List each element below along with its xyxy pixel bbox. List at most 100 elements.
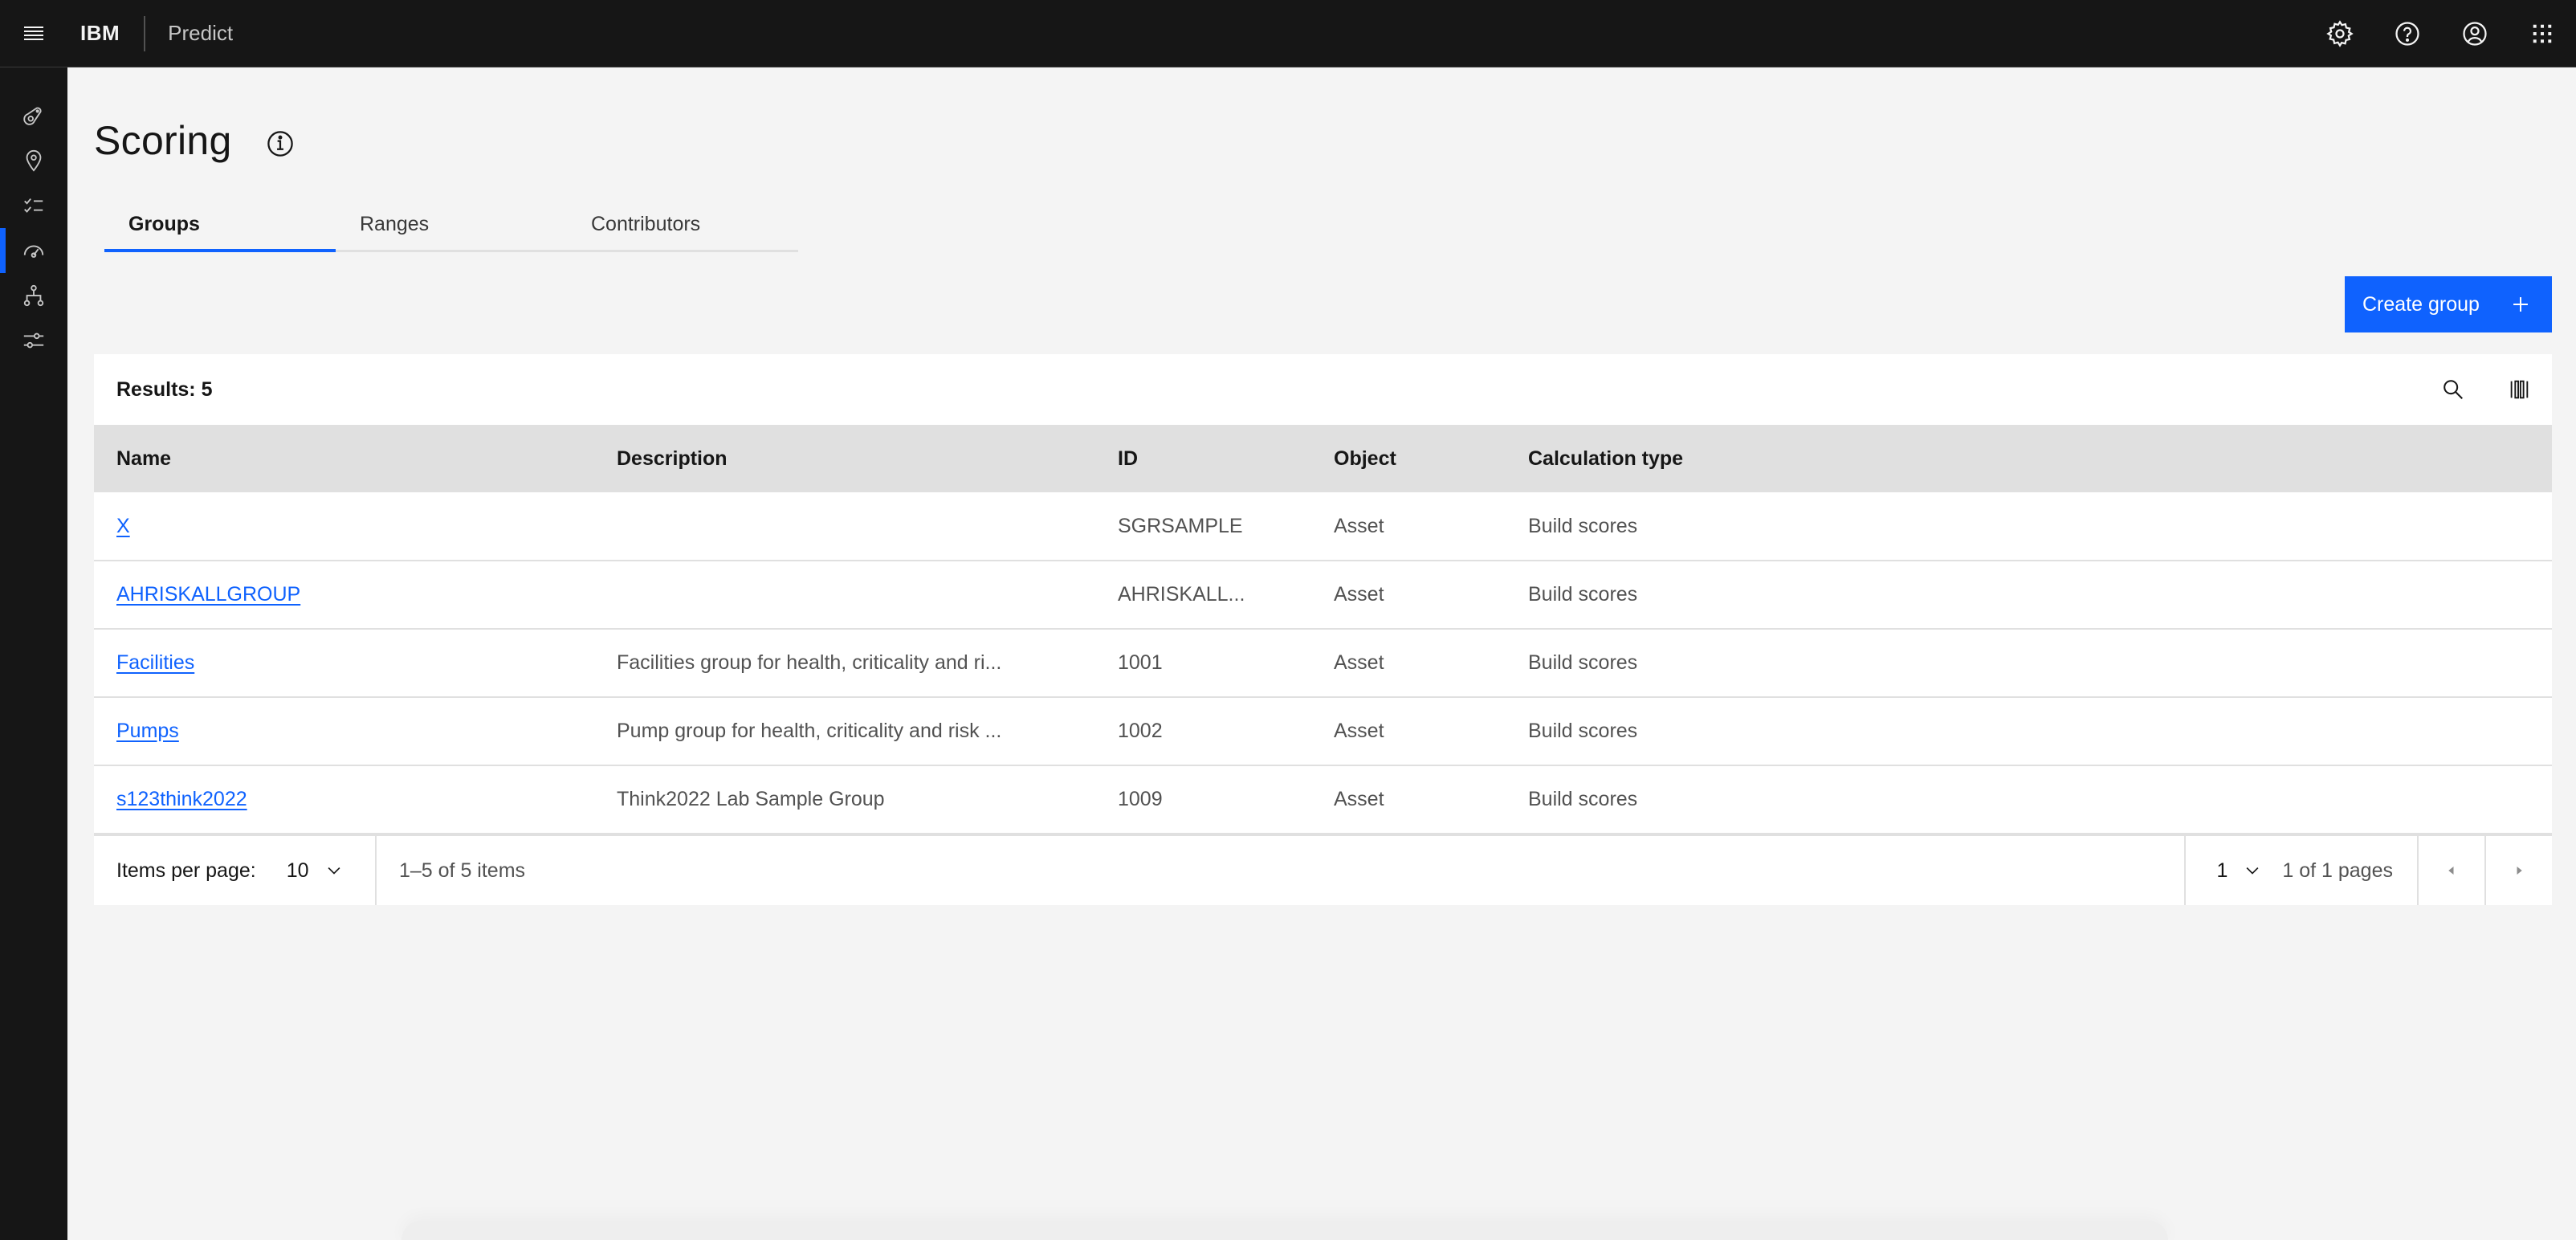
table-search-button[interactable] (2420, 354, 2486, 425)
items-per-page-select[interactable]: 10 (287, 859, 343, 883)
location-icon (26, 149, 42, 172)
caret-left-icon (2448, 867, 2454, 875)
cell-name: Pumps (94, 697, 594, 766)
tab-contributors[interactable]: Contributors (567, 199, 798, 252)
cell-object: Asset (1311, 561, 1506, 630)
page-of-text: 1 of 1 pages (2282, 859, 2393, 882)
side-nav-rail (0, 67, 67, 1240)
cell-calculation-type: Build scores (1506, 697, 2552, 766)
column-header-description[interactable]: Description (594, 425, 1095, 492)
search-icon (2444, 380, 2463, 399)
cell-id: AHRISKALL... (1095, 561, 1311, 630)
information-icon[interactable] (266, 129, 295, 158)
cell-description: Pump group for health, criticality and r… (594, 697, 1095, 766)
app-switcher-button[interactable] (2509, 0, 2576, 67)
create-group-label: Create group (2362, 292, 2480, 316)
hierarchy-icon (23, 284, 44, 307)
user-avatar-icon (2463, 22, 2487, 46)
group-link[interactable]: AHRISKALLGROUP (116, 583, 300, 606)
caret-right-icon (2517, 867, 2522, 875)
user-profile-button[interactable] (2441, 0, 2509, 67)
table-toolbar: Results: 5 (94, 354, 2552, 425)
next-page-button[interactable] (2484, 836, 2552, 905)
cell-name: AHRISKALLGROUP (94, 561, 594, 630)
page-title: Scoring (94, 118, 232, 163)
cell-calculation-type: Build scores (1506, 561, 2552, 630)
page-number-select[interactable]: 1 (2216, 859, 2261, 883)
cell-description: Think2022 Lab Sample Group (594, 765, 1095, 834)
column-header-name[interactable]: Name (94, 425, 594, 492)
cell-id: 1009 (1095, 765, 1311, 834)
product-name: Predict (168, 21, 234, 45)
column-header-id[interactable]: ID (1095, 425, 1311, 492)
settings-adjust-icon (23, 332, 44, 349)
add-icon (2513, 297, 2528, 312)
cell-id: SGRSAMPLE (1095, 492, 1311, 561)
cell-calculation-type: Build scores (1506, 765, 2552, 834)
table-row[interactable]: Pumps Pump group for health, criticality… (94, 697, 2552, 766)
column-settings-button[interactable] (2486, 354, 2552, 425)
group-link[interactable]: s123think2022 (116, 788, 247, 810)
cell-calculation-type: Build scores (1506, 492, 2552, 561)
items-per-page-value: 10 (286, 859, 309, 882)
column-icon (2510, 380, 2529, 399)
pagination-controls: 1 1 of 1 pages (2184, 836, 2552, 905)
rail-item-settings[interactable] (0, 318, 67, 363)
cell-description (594, 561, 1095, 630)
top-header: IBM Predict (0, 0, 2576, 67)
group-link[interactable]: X (116, 515, 130, 537)
page-number-value: 1 (2216, 859, 2228, 882)
group-link[interactable]: Pumps (116, 720, 179, 742)
cell-description: Facilities group for health, criticality… (594, 629, 1095, 698)
items-per-page: Items per page: 10 (94, 836, 377, 905)
help-button[interactable] (2374, 0, 2441, 67)
table-row[interactable]: Facilities Facilities group for health, … (94, 629, 2552, 698)
toolbar-actions (2420, 354, 2552, 425)
menu-button[interactable] (0, 0, 67, 67)
column-header-calculation-type[interactable]: Calculation type (1506, 425, 2552, 492)
settings-button[interactable] (2306, 0, 2374, 67)
tab-groups[interactable]: Groups (104, 199, 336, 252)
cell-calculation-type: Build scores (1506, 629, 2552, 698)
asset-tag-icon (23, 107, 42, 125)
create-group-button[interactable]: Create group (2345, 276, 2552, 332)
cell-object: Asset (1311, 492, 1506, 561)
app-switcher-icon (2533, 24, 2552, 43)
items-range-text: 1–5 of 5 items (399, 859, 526, 882)
header-actions (2306, 0, 2576, 67)
brand-name[interactable]: IBM (67, 15, 146, 51)
cell-id: 1002 (1095, 697, 1311, 766)
pagination-bar: Items per page: 10 1–5 of 5 items 1 1 of… (94, 834, 2552, 905)
items-per-page-label: Items per page: (116, 859, 256, 882)
cell-object: Asset (1311, 629, 1506, 698)
table-row[interactable]: s123think2022 Think2022 Lab Sample Group… (94, 765, 2552, 834)
cell-object: Asset (1311, 765, 1506, 834)
settings-icon (2326, 20, 2354, 47)
results-count: Results: 5 (116, 377, 213, 401)
bottom-shadow-decoration (401, 1221, 2168, 1240)
groups-table-card: Results: 5 Name Description ID Object Ca… (94, 354, 2552, 905)
rail-item-locations[interactable] (0, 138, 67, 183)
group-link[interactable]: Facilities (116, 651, 194, 674)
rail-item-scoring[interactable] (0, 228, 67, 273)
column-header-object[interactable]: Object (1311, 425, 1506, 492)
cell-description (594, 492, 1095, 561)
meter-icon (23, 245, 44, 258)
cell-id: 1001 (1095, 629, 1311, 698)
table-row[interactable]: X SGRSAMPLE Asset Build scores (94, 492, 2552, 561)
checklist-icon (24, 198, 43, 213)
chevron-down-icon (2246, 867, 2259, 875)
tab-ranges[interactable]: Ranges (336, 199, 567, 252)
table-row[interactable]: AHRISKALLGROUP AHRISKALL... Asset Build … (94, 561, 2552, 630)
previous-page-button[interactable] (2417, 836, 2484, 905)
tab-list: Groups Ranges Contributors (104, 199, 798, 252)
rail-item-hierarchy[interactable] (0, 273, 67, 318)
rail-item-assets[interactable] (0, 93, 67, 138)
groups-table: Name Description ID Object Calculation t… (94, 425, 2552, 834)
menu-icon (24, 26, 43, 40)
cell-name: s123think2022 (94, 765, 594, 834)
cell-name: X (94, 492, 594, 561)
page-selector-wrap: 1 1 of 1 pages (2184, 836, 2417, 905)
cell-name: Facilities (94, 629, 594, 698)
rail-item-tasks[interactable] (0, 183, 67, 228)
